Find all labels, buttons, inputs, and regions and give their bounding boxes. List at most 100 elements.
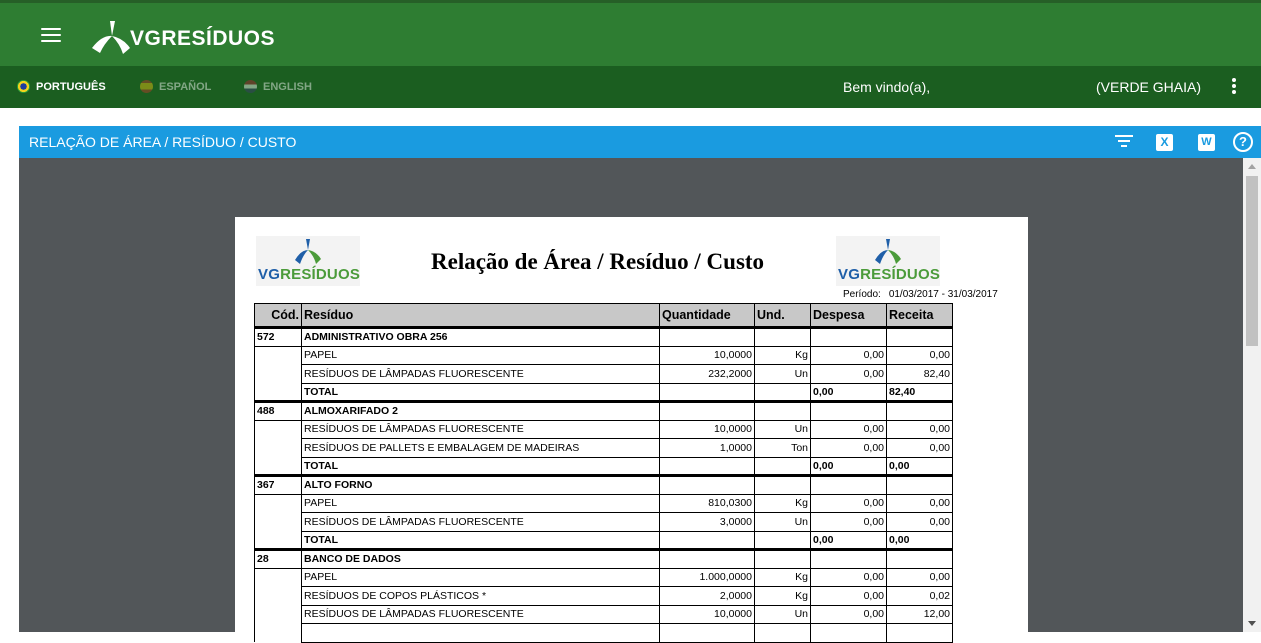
vertical-scrollbar[interactable] [1243, 158, 1261, 632]
empty-cell [886, 327, 953, 347]
table-row: PAPEL 10,0000 Kg 0,00 0,00 [254, 345, 953, 365]
total-label: TOTAL [301, 382, 660, 403]
report-table: Cód. Resíduo Quantidade Und. Despesa Rec… [254, 303, 953, 643]
table-row [254, 623, 953, 643]
empty-cell [810, 549, 887, 569]
total-label: TOTAL [301, 530, 660, 551]
total-row: TOTAL 0,00 0,00 [254, 530, 953, 551]
quantidade-cell: 10,0000 [659, 419, 755, 439]
area-code: 572 [254, 327, 302, 347]
more-options-icon[interactable] [1230, 78, 1238, 96]
logo-mark-icon [295, 239, 321, 264]
empty-cell [754, 456, 811, 477]
scroll-up-icon[interactable] [1248, 164, 1256, 169]
receita-cell: 12,00 [886, 604, 953, 624]
empty-cell [754, 530, 811, 551]
usa-flag-icon [244, 80, 257, 93]
area-row: 28 BANCO DE DADOS [254, 549, 953, 569]
residuo-cell: RESÍDUOS DE LÂMPADAS FLUORESCENTE [301, 419, 660, 439]
word-export-icon[interactable]: W [1198, 134, 1215, 151]
app-logo[interactable]: VGRESÍDUOS [90, 17, 275, 57]
empty-cell [886, 549, 953, 569]
empty-cell [254, 531, 302, 551]
und-cell: Un [754, 604, 811, 624]
hamburger-menu-icon[interactable] [41, 28, 61, 44]
receita-cell: 0,00 [886, 493, 953, 513]
area-code: 488 [254, 401, 302, 421]
area-name: ADMINISTRATIVO OBRA 256 [301, 327, 660, 347]
scroll-down-icon[interactable] [1248, 621, 1256, 626]
logo-vg-text: VG [258, 266, 281, 283]
help-icon[interactable]: ? [1233, 132, 1253, 152]
report-panel: RELAÇÃO DE ÁREA / RESÍDUO / CUSTO X W ? … [19, 126, 1261, 643]
area-name: BANCO DE DADOS [301, 549, 660, 569]
empty-cell [754, 327, 811, 347]
residuo-cell: PAPEL [301, 493, 660, 513]
filter-icon[interactable] [1115, 135, 1133, 149]
residuo-cell: PAPEL [301, 567, 660, 587]
despesa-cell: 0,00 [810, 345, 887, 365]
total-receita: 0,00 [886, 530, 953, 551]
report-title: Relação de Área / Resíduo / Custo [431, 249, 765, 274]
excel-export-icon[interactable]: X [1156, 134, 1173, 151]
empty-cell [254, 438, 302, 457]
quantidade-cell: 232,2000 [659, 364, 755, 384]
und-cell: Kg [754, 567, 811, 587]
language-english[interactable]: ENGLISH [244, 80, 312, 93]
total-row: TOTAL 0,00 82,40 [254, 382, 953, 403]
receita-cell: 82,40 [886, 364, 953, 384]
und-cell: Kg [754, 493, 811, 513]
und-cell [754, 623, 811, 643]
receita-cell: 0,00 [886, 345, 953, 365]
und-cell: Un [754, 512, 811, 532]
empty-cell [659, 327, 755, 347]
empty-cell [254, 586, 302, 605]
despesa-cell: 0,00 [810, 364, 887, 384]
quantidade-cell: 810,0300 [659, 493, 755, 513]
area-row: 572 ADMINISTRATIVO OBRA 256 [254, 327, 953, 347]
empty-cell [254, 605, 302, 624]
empty-cell [754, 475, 811, 495]
table-row: RESÍDUOS DE COPOS PLÁSTICOS * 2,0000 Kg 0,0… [254, 586, 953, 606]
residuo-cell: PAPEL [301, 345, 660, 365]
table-row: PAPEL 1.000,0000 Kg 0,00 0,00 [254, 567, 953, 587]
despesa-cell: 0,00 [810, 493, 887, 513]
und-cell: Un [754, 419, 811, 439]
area-row: 367 ALTO FORNO [254, 475, 953, 495]
empty-cell [254, 346, 302, 365]
und-cell: Un [754, 364, 811, 384]
language-spanish[interactable]: ESPAÑOL [140, 80, 211, 93]
despesa-cell: 0,00 [810, 512, 887, 532]
empty-cell [254, 494, 302, 513]
period-label: Período: [843, 289, 881, 300]
residuo-cell: RESÍDUOS DE PALLETS E EMBALAGEM DE MADEI… [301, 438, 660, 458]
brazil-flag-icon [17, 80, 30, 93]
app-header: VGRESÍDUOS [0, 0, 1261, 66]
receita-cell: 0,00 [886, 438, 953, 458]
und-cell: Ton [754, 438, 811, 458]
table-row: RESÍDUOS DE PALLETS E EMBALAGEM DE MADEI… [254, 438, 953, 458]
quantidade-cell: 3,0000 [659, 512, 755, 532]
total-label: TOTAL [301, 456, 660, 477]
scrollbar-thumb[interactable] [1246, 176, 1258, 346]
col-header-receita: Receita [886, 303, 953, 329]
despesa-cell: 0,00 [810, 604, 887, 624]
empty-cell [254, 623, 302, 642]
page-title: RELAÇÃO DE ÁREA / RESÍDUO / CUSTO [29, 134, 297, 150]
report-page: VGRESÍDUOS Relação de Área / Resíduo / C… [235, 217, 1028, 643]
logo-mark-icon [92, 21, 130, 54]
despesa-cell: 0,00 [810, 438, 887, 458]
empty-cell [810, 327, 887, 347]
despesa-cell: 0,00 [810, 586, 887, 606]
empty-cell [886, 401, 953, 421]
language-label: PORTUGUÊS [36, 80, 106, 93]
empty-cell [754, 549, 811, 569]
total-receita: 0,00 [886, 456, 953, 477]
language-portuguese[interactable]: PORTUGUÊS [17, 80, 106, 93]
table-row: PAPEL 810,0300 Kg 0,00 0,00 [254, 493, 953, 513]
empty-cell [659, 456, 755, 477]
total-despesa: 0,00 [810, 530, 887, 551]
area-code: 28 [254, 549, 302, 569]
receita-cell: 0,00 [886, 567, 953, 587]
language-label: ESPAÑOL [159, 80, 212, 93]
